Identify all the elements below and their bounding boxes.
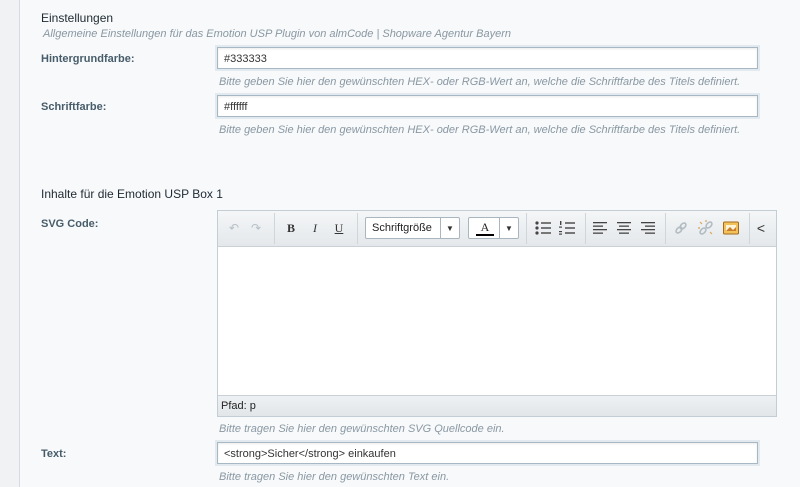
svg-code-label: SVG Code: <box>41 218 99 230</box>
plugin-config-panel: Einstellungen Allgemeine Einstellungen f… <box>19 0 800 487</box>
font-color-help: Bitte geben Sie hier den gewünschten HEX… <box>219 124 741 136</box>
font-size-label: Schriftgröße <box>372 222 432 234</box>
bold-button[interactable]: B <box>282 219 300 237</box>
unlink-icon[interactable] <box>697 219 715 237</box>
toolbar-separator <box>357 213 358 244</box>
toolbar-separator <box>526 213 527 244</box>
box1-legend: Inhalte für die Emotion USP Box 1 <box>41 187 223 201</box>
font-color-label: Schriftfarbe: <box>41 101 107 113</box>
background-color-label: Hintergrundfarbe: <box>41 53 135 65</box>
undo-icon[interactable]: ↶ <box>226 219 242 237</box>
underline-button[interactable]: U <box>330 219 348 237</box>
redo-icon[interactable]: ↷ <box>248 219 264 237</box>
more-tools-icon[interactable]: < <box>755 219 767 237</box>
align-left-icon[interactable] <box>592 221 608 235</box>
text-input[interactable]: <strong>Sicher</strong> einkaufen <box>217 442 758 464</box>
font-size-select[interactable]: Schriftgröße ▼ <box>365 217 460 239</box>
editor-path-statusbar: Pfad: p <box>218 395 776 416</box>
editor-content-area[interactable] <box>218 247 776 396</box>
italic-button[interactable]: I <box>306 219 324 237</box>
link-icon[interactable] <box>673 220 689 236</box>
toolbar-separator <box>585 213 586 244</box>
font-color-bar <box>476 234 494 236</box>
toolbar-separator <box>665 213 666 244</box>
chevron-down-icon[interactable]: ▼ <box>499 218 518 238</box>
align-center-icon[interactable] <box>616 221 632 235</box>
font-color-input[interactable]: #ffffff <box>217 95 758 117</box>
svg-code-editor: ↶ ↷ B I U Schriftgröße ▼ A ▼ < Pfad: p <box>217 210 777 417</box>
background-color-help: Bitte geben Sie hier den gewünschten HEX… <box>219 76 741 88</box>
editor-toolbar: ↶ ↷ B I U Schriftgröße ▼ A ▼ < <box>218 211 776 247</box>
font-color-picker[interactable]: A ▼ <box>468 217 519 239</box>
numbered-list-icon[interactable] <box>558 220 576 236</box>
chevron-down-icon[interactable]: ▼ <box>440 218 459 238</box>
bullet-list-icon[interactable] <box>534 220 552 236</box>
font-color-icon: A <box>480 220 490 234</box>
align-right-icon[interactable] <box>640 221 656 235</box>
settings-legend: Einstellungen <box>41 11 114 25</box>
toolbar-separator <box>274 213 275 244</box>
background-color-input[interactable]: #333333 <box>217 47 758 69</box>
settings-description: Allgemeine Einstellungen für das Emotion… <box>43 28 511 40</box>
text-label: Text: <box>41 448 67 460</box>
toolbar-separator <box>749 213 750 244</box>
insert-image-icon[interactable] <box>722 219 740 237</box>
text-help: Bitte tragen Sie hier den gewünschten Te… <box>219 471 450 483</box>
svg-code-help: Bitte tragen Sie hier den gewünschten SV… <box>219 423 505 435</box>
